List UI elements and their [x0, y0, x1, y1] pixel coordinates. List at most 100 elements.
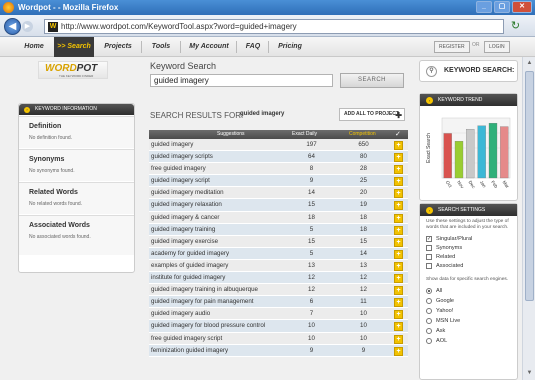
suggestion-link[interactable]: guided imagery exercise — [151, 236, 218, 248]
checkbox-option[interactable]: ✓ Singular/Plural — [420, 235, 517, 244]
checkbox-icon[interactable]: ✓ — [426, 235, 432, 242]
table-row: academy for guided imagery 5 14 + — [149, 247, 408, 260]
suggestion-link[interactable]: guided imagery training — [151, 224, 215, 236]
chart-tick-label: Oct — [445, 180, 454, 189]
suggestion-link[interactable]: guided imagery scripts — [151, 151, 213, 163]
add-to-project-icon[interactable]: + — [394, 141, 403, 150]
nav-projects[interactable]: Projects — [98, 37, 138, 57]
suggestion-link[interactable]: guided imagery for blood pressure contro… — [151, 320, 265, 332]
checkbox-icon[interactable] — [426, 262, 432, 269]
section-text: No synonyms found. — [29, 168, 75, 174]
radio-icon[interactable] — [426, 338, 432, 345]
radio-icon[interactable] — [426, 328, 432, 335]
suggestion-link[interactable]: guided imagery & cancer — [151, 212, 219, 224]
maximize-button[interactable]: ▢ — [494, 1, 510, 13]
checkbox-option[interactable]: Associated — [420, 262, 517, 271]
chart-tick-label: Mar — [502, 180, 511, 190]
keyword-search-input[interactable]: guided imagery — [150, 74, 333, 87]
add-to-project-icon[interactable]: + — [394, 298, 403, 308]
wordpot-logo[interactable]: WORDPOT THE KEYWORD FINDER — [38, 61, 108, 79]
suggestion-link[interactable]: guided imagery relaxation — [151, 199, 222, 211]
scroll-up-icon[interactable]: ▲ — [525, 59, 534, 68]
nav-home[interactable]: Home — [16, 37, 52, 57]
column-header-suggestions[interactable]: Suggestions — [217, 130, 245, 139]
radio-option[interactable]: All — [420, 286, 517, 296]
radio-icon[interactable] — [426, 298, 432, 305]
table-header: Suggestions Exact Daily Competition ✓ — [149, 130, 408, 139]
checkbox-option[interactable]: Synonyms — [420, 244, 517, 253]
exact-daily-value: 8 — [309, 165, 314, 173]
add-to-project-icon[interactable]: + — [394, 213, 403, 223]
competition-value: 10 — [360, 334, 367, 342]
suggestion-link[interactable]: guided imagery meditation — [151, 187, 224, 199]
radio-option[interactable]: MSN Live — [420, 316, 517, 326]
add-all-to-project-button[interactable]: ADD ALL TO PROJECT ✚ — [339, 108, 405, 121]
nav-my-account[interactable]: My Account — [184, 37, 234, 57]
add-to-project-icon[interactable]: + — [394, 177, 403, 187]
suggestion-link[interactable]: guided imagery script — [151, 175, 210, 187]
checkbox-icon[interactable] — [426, 253, 432, 260]
radio-icon[interactable] — [426, 308, 432, 315]
radio-option[interactable]: AOL — [420, 336, 517, 346]
address-bar[interactable]: W http://www.wordpot.com/KeywordTool.asp… — [44, 19, 504, 34]
column-header-competition[interactable]: Competition — [349, 130, 376, 139]
url-text: http://www.wordpot.com/KeywordTool.aspx?… — [61, 22, 297, 31]
scroll-thumb[interactable] — [525, 71, 534, 301]
checkbox-option[interactable]: Related — [420, 253, 517, 262]
scroll-down-icon[interactable]: ▼ — [525, 369, 534, 378]
radio-option[interactable]: Google — [420, 296, 517, 306]
nav-pricing[interactable]: Pricing — [272, 37, 308, 57]
suggestion-link[interactable]: guided imagery for pain management — [151, 296, 254, 308]
word-type-options: ✓ Singular/Plural Synonyms Related Associate… — [420, 235, 517, 271]
suggestion-link[interactable]: feminization guided imagery — [151, 345, 228, 357]
radio-icon[interactable] — [426, 318, 432, 325]
nav-tools[interactable]: Tools — [144, 37, 178, 57]
table-row: guided imagery audio 7 10 + — [149, 308, 408, 321]
add-to-project-icon[interactable]: + — [394, 310, 403, 320]
nav-search[interactable]: >> Search — [54, 37, 94, 57]
column-header-exact-daily[interactable]: Exact Daily — [292, 130, 317, 139]
competition-value: 15 — [360, 237, 367, 245]
add-to-project-icon[interactable]: + — [394, 286, 403, 296]
chart-tick-label: Dec — [468, 180, 477, 190]
suggestion-link[interactable]: free guided imagery — [151, 163, 206, 175]
suggestion-link[interactable]: guided imagery — [151, 139, 193, 151]
checkbox-icon[interactable] — [426, 244, 432, 251]
add-to-project-icon[interactable]: + — [394, 322, 403, 332]
close-button[interactable]: ✕ — [512, 1, 532, 13]
suggestion-link[interactable]: free guided imagery script — [151, 333, 222, 345]
reload-icon[interactable]: ↻ — [509, 20, 522, 33]
radio-label: Google — [436, 298, 455, 305]
add-to-project-icon[interactable]: + — [394, 153, 403, 163]
add-to-project-icon[interactable]: + — [394, 189, 403, 199]
add-to-project-icon[interactable]: + — [394, 201, 403, 211]
add-to-project-icon[interactable]: + — [394, 334, 403, 344]
add-to-project-icon[interactable]: + — [394, 165, 403, 175]
add-to-project-icon[interactable]: + — [394, 274, 403, 284]
add-to-project-icon[interactable]: + — [394, 261, 403, 271]
forward-button[interactable]: ▶ — [22, 21, 33, 32]
keyword-search-widget[interactable]: ⚲ KEYWORD SEARCH: — [419, 60, 518, 82]
register-button[interactable]: REGISTER — [434, 41, 470, 53]
suggestion-link[interactable]: examples of guided imagery — [151, 260, 228, 272]
suggestion-link[interactable]: guided imagery audio — [151, 308, 210, 320]
add-to-project-icon[interactable]: + — [394, 237, 403, 247]
nav-faq[interactable]: FAQ — [240, 37, 266, 57]
minimize-button[interactable]: _ — [476, 1, 492, 13]
radio-option[interactable]: Ask — [420, 326, 517, 336]
radio-option[interactable]: Yahoo! — [420, 306, 517, 316]
add-to-project-icon[interactable]: + — [394, 346, 403, 356]
suggestion-link[interactable]: guided imagery training in albuquerque — [151, 284, 258, 296]
suggestion-link[interactable]: institute for guided imagery — [151, 272, 225, 284]
vertical-scrollbar[interactable]: ▲ ▼ — [522, 57, 535, 380]
login-button[interactable]: LOGIN — [484, 41, 510, 53]
add-to-project-icon[interactable]: + — [394, 249, 403, 259]
table-row: guided imagery & cancer 18 18 + — [149, 211, 408, 224]
radio-label: Ask — [436, 328, 446, 335]
radio-icon[interactable] — [426, 288, 432, 295]
checkbox-label: Associated — [436, 262, 464, 269]
back-button[interactable]: ◀ — [4, 18, 21, 35]
search-button[interactable]: SEARCH — [340, 73, 404, 88]
add-to-project-icon[interactable]: + — [394, 225, 403, 235]
suggestion-link[interactable]: academy for guided imagery — [151, 248, 229, 260]
